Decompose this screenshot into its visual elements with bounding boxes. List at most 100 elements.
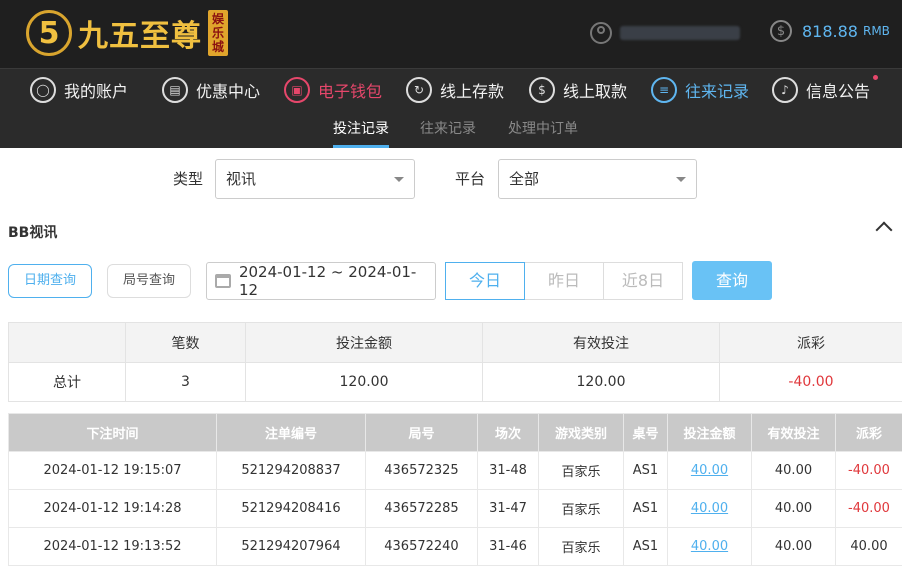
valid-bet: 40.00 (751, 451, 836, 490)
table-no: AS1 (623, 451, 668, 490)
payout: 40.00 (835, 527, 902, 566)
session: 31-47 (477, 489, 539, 528)
summary-header: 有效投注 (482, 322, 720, 363)
logo-text: 九五至尊 (78, 19, 202, 54)
summary-cell: 3 (125, 362, 246, 402)
session: 31-46 (477, 527, 539, 566)
bet-amount-link[interactable]: 40.00 (691, 501, 728, 516)
detail-header: 注单编号 (216, 413, 366, 452)
detail-header: 派彩 (835, 413, 902, 452)
bet-id: 521294208837 (216, 451, 366, 490)
detail-header: 场次 (477, 413, 539, 452)
bet-time: 2024-01-12 19:14:28 (8, 489, 217, 528)
nav-label: 我的账户 (64, 82, 129, 101)
detail-header: 有效投注 (751, 413, 836, 452)
bet-id: 521294207964 (216, 527, 366, 566)
game-type: 百家乐 (538, 489, 624, 528)
dollar-coin-icon: $ (770, 20, 792, 42)
nav-promotions[interactable]: ▤ 优惠中心 (162, 75, 260, 105)
sub-navigation: 投注记录 往来记录 处理中订单 (0, 110, 902, 148)
summary-header-row: 笔数 投注金额 有效投注 派彩 (8, 322, 902, 363)
nav-label: 信息公告 (806, 82, 871, 101)
table-row: 2024-01-12 19:13:52 521294207964 4365722… (8, 527, 902, 566)
nav-online-withdraw[interactable]: $ 线上取款 (529, 75, 627, 105)
type-select[interactable]: 视讯 (215, 159, 415, 199)
detail-header: 局号 (365, 413, 478, 452)
date-range-input[interactable]: 2024-01-12 ~ 2024-01-12 (206, 262, 436, 300)
notification-dot (873, 75, 879, 80)
platform-label: 平台 (455, 170, 486, 188)
bet-time: 2024-01-12 19:15:07 (8, 451, 217, 490)
detail-header: 游戏类别 (538, 413, 624, 452)
bet-amount-cell: 40.00 (667, 489, 752, 528)
nav-announcements[interactable]: ♪ 信息公告 (772, 75, 879, 105)
bet-amount-cell: 40.00 (667, 527, 752, 566)
summary-header: 投注金额 (245, 322, 483, 363)
tab-transaction-records[interactable]: 往来记录 (420, 110, 476, 148)
round-query-button[interactable]: 局号查询 (107, 264, 191, 298)
nav-label: 线上存款 (440, 82, 505, 101)
records-icon: ≡ (651, 77, 677, 103)
game-type: 百家乐 (538, 527, 624, 566)
search-button[interactable]: 查询 (692, 261, 772, 300)
logo-badge-char: 城 (211, 40, 224, 54)
nav-label: 电子钱包 (318, 82, 383, 101)
type-label: 类型 (173, 170, 204, 188)
summary-cell: -40.00 (719, 362, 902, 402)
user-account-area[interactable] (590, 20, 740, 46)
today-button[interactable]: 今日 (445, 262, 525, 300)
deposit-icon: ↻ (406, 77, 432, 103)
wallet-icon: ▣ (284, 77, 310, 103)
chevron-up-icon[interactable] (875, 221, 893, 239)
balance-display: $ 818.88 RMB (770, 20, 890, 42)
withdraw-icon: $ (529, 77, 555, 103)
user-avatar-icon (590, 22, 612, 44)
date-query-button[interactable]: 日期查询 (8, 264, 92, 298)
summary-cell: 总计 (8, 362, 126, 402)
nav-label: 线上取款 (563, 82, 628, 101)
platform-select[interactable]: 全部 (498, 159, 697, 199)
bet-amount-link[interactable]: 40.00 (691, 463, 728, 478)
round-no: 436572285 (365, 489, 478, 528)
payout: -40.00 (835, 489, 902, 528)
session: 31-48 (477, 451, 539, 490)
round-no: 436572240 (365, 527, 478, 566)
type-select-value: 视讯 (226, 170, 257, 188)
nav-my-account[interactable]: ◯ 我的账户 (30, 75, 128, 105)
summary-table: 笔数 投注金额 有效投注 派彩 总计 3 120.00 120.00 -40.0… (8, 322, 902, 402)
payout: -40.00 (835, 451, 902, 490)
nav-label: 优惠中心 (196, 82, 261, 101)
username-masked (620, 26, 740, 40)
table-row: 2024-01-12 19:14:28 521294208416 4365722… (8, 489, 902, 528)
platform-select-value: 全部 (509, 170, 540, 188)
nav-label: 往来记录 (685, 82, 750, 101)
bet-time: 2024-01-12 19:13:52 (8, 527, 217, 566)
nav-e-wallet[interactable]: ▣ 电子钱包 (284, 75, 382, 105)
bet-id: 521294208416 (216, 489, 366, 528)
detail-header: 投注金额 (667, 413, 752, 452)
logo-mark-icon: 5 (26, 10, 72, 56)
round-no: 436572325 (365, 451, 478, 490)
calendar-icon (215, 274, 231, 288)
site-logo[interactable]: 5 九五至尊 娱 乐 城 (26, 6, 228, 60)
table-no: AS1 (623, 489, 668, 528)
detail-header: 桌号 (623, 413, 668, 452)
nav-online-deposit[interactable]: ↻ 线上存款 (406, 75, 504, 105)
valid-bet: 40.00 (751, 489, 836, 528)
chevron-down-icon (394, 177, 404, 182)
nav-transaction-records[interactable]: ≡ 往来记录 (651, 75, 749, 105)
detail-header: 下注时间 (8, 413, 217, 452)
summary-cell: 120.00 (245, 362, 483, 402)
bet-amount-link[interactable]: 40.00 (691, 539, 728, 554)
summary-header: 笔数 (125, 322, 246, 363)
yesterday-button[interactable]: 昨日 (524, 262, 604, 300)
tab-pending-orders[interactable]: 处理中订单 (508, 110, 578, 148)
summary-header: 派彩 (719, 322, 902, 363)
bet-amount-cell: 40.00 (667, 451, 752, 490)
tab-bet-records[interactable]: 投注记录 (333, 110, 389, 148)
bell-icon: ♪ (772, 77, 798, 103)
date-range-value: 2024-01-12 ~ 2024-01-12 (238, 263, 417, 299)
last-8-days-button[interactable]: 近8日 (603, 262, 683, 300)
section-title: BB视讯 (8, 225, 58, 241)
table-row: 2024-01-12 19:15:07 521294208837 4365723… (8, 451, 902, 490)
